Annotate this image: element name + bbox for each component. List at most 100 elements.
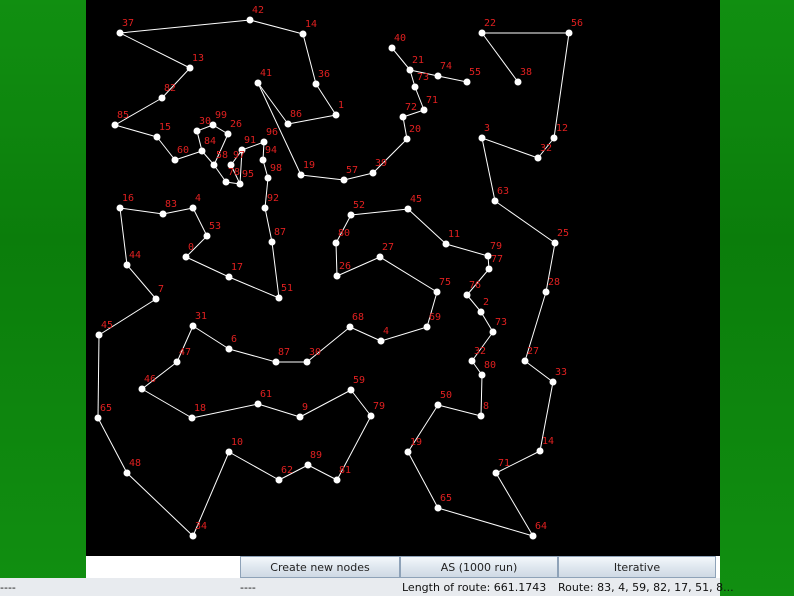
node-label: 98: [270, 163, 282, 174]
node-label: 75: [439, 277, 451, 288]
left-background: [0, 0, 86, 596]
graph-node: [254, 400, 262, 408]
node-label: 0: [188, 242, 194, 253]
route-edge: [437, 75, 468, 83]
graph-node: [171, 156, 179, 164]
graph-node: [261, 204, 269, 212]
node-label: 31: [195, 311, 207, 322]
graph-node: [304, 461, 312, 469]
node-label: 45: [101, 320, 113, 331]
graph-node: [111, 121, 119, 129]
node-label: 45: [410, 194, 422, 205]
graph-node: [259, 156, 267, 164]
route-edge: [315, 83, 337, 116]
node-label: 19: [303, 160, 315, 171]
node-label: 42: [252, 5, 264, 16]
node-label: 99: [215, 110, 227, 121]
node-label: 37: [122, 18, 134, 29]
node-label: 83: [165, 199, 177, 210]
node-label: 34: [195, 521, 207, 532]
graph-node: [159, 210, 167, 218]
node-label: 17: [231, 262, 243, 273]
graph-node: [303, 358, 311, 366]
iterative-button[interactable]: Iterative: [558, 556, 716, 578]
route-edge: [156, 136, 176, 161]
graph-node: [95, 331, 103, 339]
graph-node: [123, 469, 131, 477]
as-run-button[interactable]: AS (1000 run): [400, 556, 558, 578]
route-edge: [228, 276, 280, 299]
route-edge: [379, 256, 438, 293]
node-label: 38: [520, 67, 532, 78]
graph-node: [116, 204, 124, 212]
graph-node: [254, 79, 262, 87]
node-label: 69: [429, 312, 441, 323]
node-label: 84: [204, 136, 216, 147]
toolbar-spacer: [86, 556, 240, 578]
graph-node: [477, 412, 485, 420]
route-edge: [119, 19, 251, 34]
graph-node: [434, 72, 442, 80]
node-label: 80: [338, 228, 350, 239]
node-label: 71: [426, 95, 438, 106]
graph-node: [225, 345, 233, 353]
node-label: 39: [375, 158, 387, 169]
create-new-nodes-button[interactable]: Create new nodes: [240, 556, 400, 578]
node-label: 18: [194, 403, 206, 414]
graph-node: [193, 127, 201, 135]
graph-node: [491, 197, 499, 205]
node-label: 80: [484, 360, 496, 371]
node-label: 48: [129, 458, 141, 469]
node-label: 52: [353, 200, 365, 211]
route-edge: [228, 348, 277, 363]
graph-node: [468, 357, 476, 365]
node-label: 64: [535, 521, 547, 532]
node-label: 41: [260, 68, 272, 79]
route-canvas[interactable]: 42 37 14 40 22 56 13 41 36 21 74 55 38 73 82 71 72 1 85 86 3…: [86, 0, 720, 556]
node-label: 61: [260, 389, 272, 400]
node-label: 28: [548, 277, 560, 288]
node-label: 82: [164, 83, 176, 94]
node-label: 3: [484, 123, 490, 134]
graph-node: [442, 240, 450, 248]
route-edge: [126, 264, 157, 300]
graph-node: [246, 16, 254, 24]
node-label: 65: [440, 493, 452, 504]
graph-node: [152, 295, 160, 303]
graph-node: [478, 371, 486, 379]
node-label: 50: [440, 390, 452, 401]
node-label: 53: [209, 221, 221, 232]
node-label: 97: [233, 150, 245, 161]
node-label: 91: [244, 135, 256, 146]
graph-node: [565, 29, 573, 37]
graph-node: [296, 413, 304, 421]
node-label: 1: [338, 100, 344, 111]
graph-node: [297, 171, 305, 179]
node-label: 36: [318, 69, 330, 80]
graph-node: [189, 532, 197, 540]
graph-node: [203, 232, 211, 240]
graph-node: [463, 291, 471, 299]
node-label: 30: [309, 347, 321, 358]
node-label: 85: [117, 110, 129, 121]
route-edge: [524, 360, 554, 383]
graph-node: [536, 447, 544, 455]
node-label: 57: [346, 165, 358, 176]
graph-node: [404, 448, 412, 456]
route-edge: [119, 207, 128, 266]
node-label: 27: [382, 242, 394, 253]
route-length: Length of route: 661.1743: [402, 581, 547, 594]
node-label: 25: [557, 228, 569, 239]
route-edge: [228, 451, 280, 481]
node-label: 76: [469, 280, 481, 291]
node-label: 73: [417, 72, 429, 83]
graph-node: [333, 476, 341, 484]
graph-node: [550, 134, 558, 142]
graph-node: [123, 261, 131, 269]
graph-node: [411, 83, 419, 91]
graph-node: [434, 504, 442, 512]
node-label: 89: [310, 450, 322, 461]
graph-node: [477, 308, 485, 316]
graph-node: [275, 294, 283, 302]
toolbar: Create new nodes AS (1000 run) Iterative: [86, 556, 720, 578]
